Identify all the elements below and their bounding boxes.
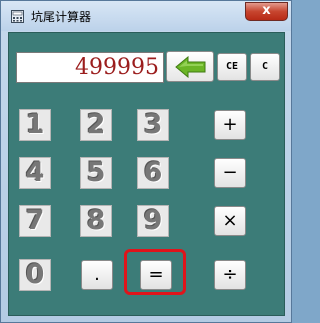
- digit-6-button[interactable]: 6: [137, 157, 169, 189]
- left-arrow-icon: [175, 56, 206, 78]
- digit-7-button[interactable]: 7: [19, 205, 51, 237]
- close-button[interactable]: x: [245, 2, 288, 21]
- minus-button[interactable]: −: [214, 158, 246, 188]
- digit-9-button[interactable]: 9: [137, 205, 169, 237]
- clear-button[interactable]: C: [250, 53, 280, 81]
- digit-0-button[interactable]: 0: [19, 259, 51, 291]
- digit-1-button[interactable]: 1: [19, 109, 51, 141]
- divide-button[interactable]: ÷: [214, 260, 246, 290]
- window-title: 坑尾计算器: [31, 10, 92, 24]
- digit-8-button[interactable]: 8: [80, 205, 112, 237]
- digit-2-button[interactable]: 2: [80, 109, 112, 141]
- multiply-button[interactable]: ×: [214, 206, 246, 236]
- clear-entry-button[interactable]: CE: [217, 53, 247, 81]
- digit-5-button[interactable]: 5: [80, 157, 112, 189]
- digit-3-button[interactable]: 3: [137, 109, 169, 141]
- decimal-point-button[interactable]: .: [81, 260, 113, 290]
- digit-4-button[interactable]: 4: [19, 157, 51, 189]
- display-field: 499995: [16, 52, 164, 83]
- plus-button[interactable]: +: [214, 110, 246, 140]
- calculator-app-icon: [11, 10, 24, 23]
- equals-highlight-box: [124, 249, 186, 295]
- calculator-window: 坑尾计算器 x 499995 CE C 1 2 3 + 4 5 6 − 7 8 …: [0, 0, 292, 323]
- calculator-panel: 499995 CE C 1 2 3 + 4 5 6 − 7 8 9 × 0 . …: [8, 32, 285, 316]
- backspace-button[interactable]: [166, 51, 214, 82]
- title-bar[interactable]: 坑尾计算器 x: [1, 1, 291, 31]
